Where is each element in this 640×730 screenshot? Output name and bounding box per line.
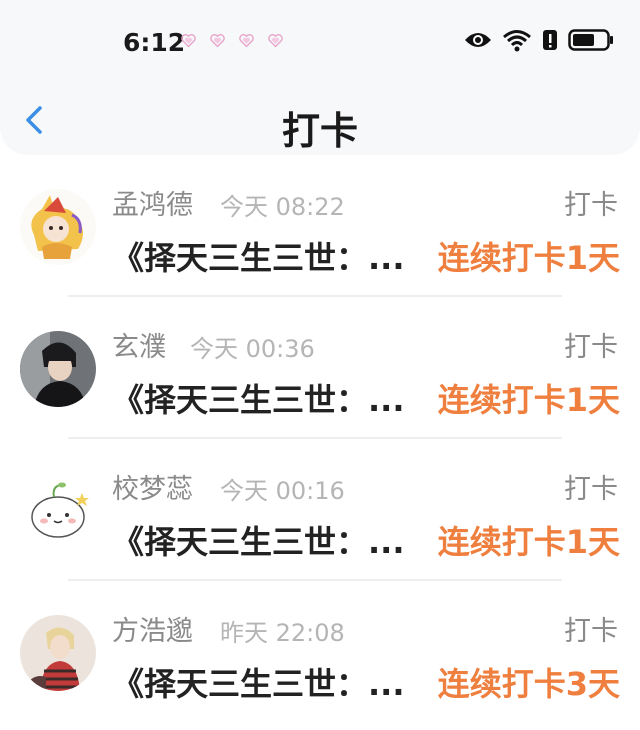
list-item[interactable]: 玄濮 今天 00:36 打卡 《择天三生三世：... 连续打卡1天 bbox=[0, 297, 640, 439]
book-title: 《择天三生三世：... bbox=[112, 381, 405, 419]
heart-icon bbox=[268, 34, 283, 48]
wifi-icon bbox=[503, 30, 531, 52]
avatar[interactable] bbox=[20, 189, 96, 265]
streak-label: 连续打卡3天 bbox=[437, 665, 620, 703]
list-item[interactable]: 方浩邈 昨天 22:08 打卡 《择天三生三世：... 连续打卡3天 bbox=[0, 581, 640, 723]
checkin-content: 《择天三生三世：... 连续打卡3天 bbox=[112, 659, 620, 703]
app-header: 6:12 打卡 bbox=[0, 0, 640, 155]
checkin-time: 今天 08:22 bbox=[220, 193, 345, 221]
checkin-content: 《择天三生三世：... 连续打卡1天 bbox=[112, 233, 620, 277]
checkin-time: 今天 00:16 bbox=[220, 477, 345, 505]
checkin-time: 昨天 22:08 bbox=[220, 619, 345, 647]
action-label: 打卡 bbox=[564, 616, 618, 647]
heart-icon bbox=[210, 34, 225, 48]
eye-icon bbox=[465, 33, 491, 47]
status-time: 6:12 bbox=[123, 28, 186, 57]
user-name: 校梦蕊 bbox=[112, 474, 193, 505]
checkin-list: 孟鸿德 今天 08:22 打卡 《择天三生三世：... 连续打卡1天 玄濮 今天… bbox=[0, 155, 640, 723]
user-name: 方浩邈 bbox=[112, 616, 193, 647]
action-label: 打卡 bbox=[564, 190, 618, 221]
user-name: 孟鸿德 bbox=[112, 190, 193, 221]
book-title: 《择天三生三世：... bbox=[112, 239, 405, 277]
checkin-time: 今天 00:36 bbox=[190, 335, 315, 363]
avatar[interactable] bbox=[20, 615, 96, 691]
heart-icon bbox=[239, 34, 254, 48]
avatar[interactable] bbox=[20, 331, 96, 407]
page-title: 打卡 bbox=[281, 109, 358, 153]
status-icons bbox=[464, 28, 614, 52]
status-hearts bbox=[180, 32, 284, 49]
list-item[interactable]: 校梦蕊 今天 00:16 打卡 《择天三生三世：... 连续打卡1天 bbox=[0, 439, 640, 581]
avatar[interactable] bbox=[20, 473, 96, 549]
action-label: 打卡 bbox=[564, 474, 618, 505]
streak-label: 连续打卡1天 bbox=[437, 381, 620, 419]
book-title: 《择天三生三世：... bbox=[112, 523, 405, 561]
list-item[interactable]: 孟鸿德 今天 08:22 打卡 《择天三生三世：... 连续打卡1天 bbox=[0, 155, 640, 297]
alert-icon bbox=[543, 30, 557, 50]
streak-label: 连续打卡1天 bbox=[437, 523, 620, 561]
checkin-content: 《择天三生三世：... 连续打卡1天 bbox=[112, 517, 620, 561]
action-label: 打卡 bbox=[564, 332, 618, 363]
heart-icon bbox=[181, 34, 196, 48]
book-title: 《择天三生三世：... bbox=[112, 665, 405, 703]
checkin-content: 《择天三生三世：... 连续打卡1天 bbox=[112, 375, 620, 419]
streak-label: 连续打卡1天 bbox=[437, 239, 620, 277]
user-name: 玄濮 bbox=[112, 332, 166, 363]
battery-icon bbox=[568, 29, 613, 51]
